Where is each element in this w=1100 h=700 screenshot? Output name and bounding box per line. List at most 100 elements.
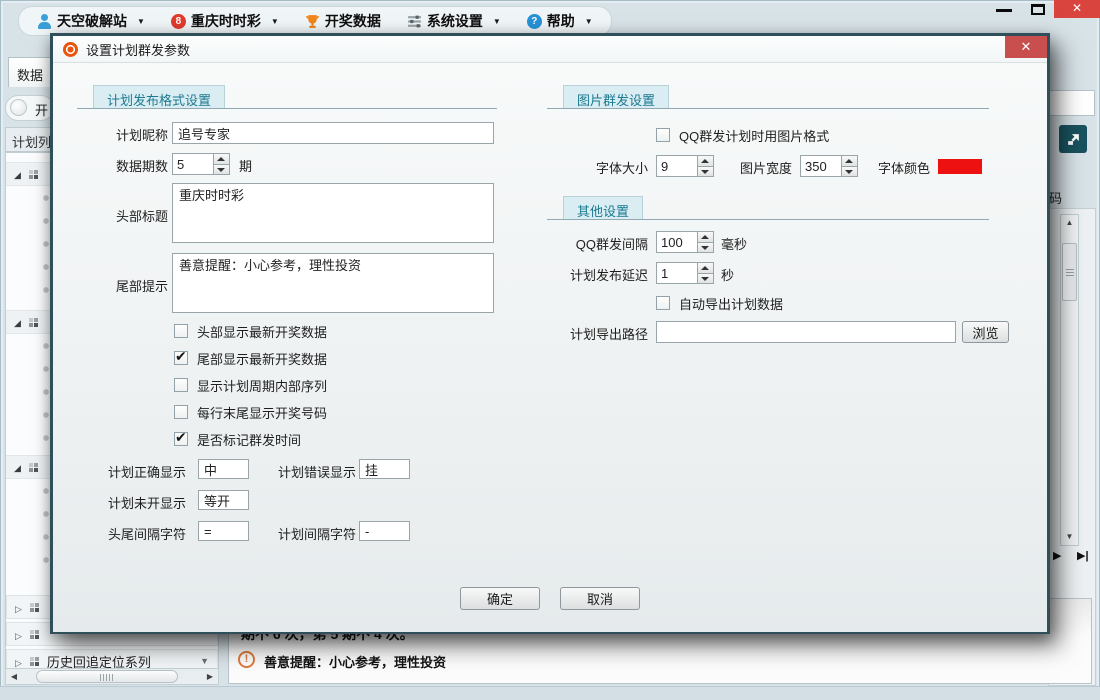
expanded-arrow-icon[interactable] bbox=[14, 313, 21, 331]
play-button[interactable]: ▶ bbox=[1053, 549, 1061, 562]
collapsed-arrow-icon[interactable] bbox=[15, 627, 22, 642]
chevron-down-icon[interactable]: ▼ bbox=[200, 656, 209, 666]
publish-delay-unit: 秒 bbox=[721, 265, 734, 284]
minimize-button[interactable] bbox=[996, 9, 1012, 12]
checkbox[interactable] bbox=[656, 128, 670, 142]
menu-item-settings[interactable]: 系统设置 ▼ bbox=[407, 11, 501, 31]
warning-icon: ! bbox=[238, 651, 255, 668]
scrollbar-thumb[interactable] bbox=[36, 670, 178, 683]
stepper-buttons bbox=[697, 263, 713, 283]
section-header-plan-format: 计划发布格式设置 bbox=[93, 85, 225, 109]
scroll-right-arrow[interactable]: ▶ bbox=[203, 670, 217, 683]
tree-partial-items bbox=[42, 342, 50, 458]
checkbox[interactable] bbox=[174, 324, 188, 338]
plan-separator-input[interactable] bbox=[359, 521, 410, 541]
background-tab-data[interactable]: 数据 bbox=[8, 57, 54, 87]
spin-up-button[interactable] bbox=[698, 263, 713, 273]
collapsed-arrow-icon[interactable] bbox=[15, 654, 22, 669]
headtail-separator-input[interactable] bbox=[198, 521, 249, 541]
checkbox-row-line-end-number[interactable]: 每行末尾显示开奖号码 bbox=[174, 404, 327, 420]
folder-icon bbox=[27, 169, 40, 180]
checkbox-row-mark-send-time[interactable]: 是否标记群发时间 bbox=[174, 431, 301, 447]
menu-item-draw-data[interactable]: 开奖数据 bbox=[305, 11, 381, 31]
dialog-title: 设置计划群发参数 bbox=[86, 40, 190, 59]
checkbox-label: 自动导出计划数据 bbox=[679, 294, 783, 313]
notice-text: 善意提醒：小心参考，理性投资 bbox=[264, 652, 446, 671]
head-title-label: 头部标题 bbox=[73, 206, 168, 225]
menu-item-lottery[interactable]: 8 重庆时时彩 ▼ bbox=[171, 11, 279, 31]
tail-tip-label: 尾部提示 bbox=[73, 276, 168, 295]
toggle-knob bbox=[10, 99, 27, 116]
folder-icon bbox=[28, 602, 41, 613]
horizontal-scrollbar[interactable]: ◀ ▶ bbox=[5, 668, 219, 685]
checkbox-row-tail-draw[interactable]: 尾部显示最新开奖数据 bbox=[174, 350, 327, 366]
periods-input[interactable] bbox=[173, 154, 213, 174]
scrollbar-grip bbox=[100, 674, 114, 681]
spin-up-button[interactable] bbox=[698, 232, 713, 242]
scrollbar-thumb[interactable] bbox=[1062, 243, 1077, 301]
checkbox-label: 是否标记群发时间 bbox=[197, 430, 301, 449]
toggle-label: 开 bbox=[35, 100, 48, 119]
export-path-label: 计划导出路径 bbox=[553, 324, 648, 343]
browse-button[interactable]: 浏览 bbox=[962, 321, 1009, 343]
head-title-textarea[interactable]: 重庆时时彩 bbox=[172, 183, 494, 243]
font-color-label: 字体颜色 bbox=[835, 158, 930, 177]
checkbox-row-qq-image-format[interactable]: QQ群发计划时用图片格式 bbox=[656, 127, 829, 143]
dialog-icon bbox=[63, 42, 78, 57]
checkbox-row-head-draw[interactable]: 头部显示最新开奖数据 bbox=[174, 323, 327, 339]
checkbox[interactable] bbox=[174, 432, 188, 446]
export-path-input[interactable] bbox=[656, 321, 956, 343]
checkbox-row-auto-export[interactable]: 自动导出计划数据 bbox=[656, 295, 783, 311]
vertical-scrollbar[interactable]: ▲ ▼ bbox=[1060, 214, 1079, 546]
tail-tip-textarea[interactable]: 善意提醒：小心参考，理性投资 bbox=[172, 253, 494, 313]
stepper-buttons bbox=[213, 154, 229, 174]
expanded-arrow-icon[interactable] bbox=[14, 165, 21, 183]
publish-delay-input[interactable] bbox=[657, 263, 697, 283]
nickname-input[interactable] bbox=[172, 122, 494, 144]
sliders-icon bbox=[407, 14, 422, 29]
scroll-up-arrow[interactable]: ▲ bbox=[1061, 216, 1078, 230]
close-dialog-button[interactable] bbox=[1005, 36, 1047, 58]
next-page-button[interactable]: ▶| bbox=[1077, 549, 1089, 562]
chevron-down-icon: ▼ bbox=[271, 17, 279, 26]
spin-down-button[interactable] bbox=[698, 273, 713, 284]
wrong-display-label: 计划错误显示 bbox=[278, 462, 356, 481]
spin-down-button[interactable] bbox=[214, 164, 229, 175]
spin-down-button[interactable] bbox=[698, 242, 713, 253]
font-color-swatch[interactable] bbox=[938, 159, 982, 174]
chevron-down-icon: ▼ bbox=[493, 17, 501, 26]
checkbox-row-cycle-sequence[interactable]: 显示计划周期内部序列 bbox=[174, 377, 327, 393]
qq-interval-stepper bbox=[656, 231, 714, 253]
spin-up-button[interactable] bbox=[214, 154, 229, 164]
section-header-image-send: 图片群发设置 bbox=[563, 85, 669, 109]
scroll-left-arrow[interactable]: ◀ bbox=[7, 670, 21, 683]
qq-interval-input[interactable] bbox=[657, 232, 697, 252]
pending-display-input[interactable] bbox=[198, 490, 249, 510]
maximize-button[interactable] bbox=[1031, 4, 1045, 15]
menu-item-label: 重庆时时彩 bbox=[191, 11, 261, 31]
help-icon: ? bbox=[527, 14, 542, 29]
collapsed-arrow-icon[interactable] bbox=[15, 600, 22, 615]
wrong-display-input[interactable] bbox=[359, 459, 410, 479]
background-input-fragment bbox=[1048, 90, 1095, 116]
scroll-down-arrow[interactable]: ▼ bbox=[1061, 530, 1078, 544]
badge-8-icon: 8 bbox=[171, 14, 186, 29]
checkbox[interactable] bbox=[174, 405, 188, 419]
checkbox[interactable] bbox=[656, 296, 670, 310]
background-toggle-open[interactable]: 开 bbox=[5, 95, 54, 121]
menu-item-account[interactable]: 天空破解站 ▼ bbox=[37, 11, 145, 31]
plan-separator-label: 计划间隔字符 bbox=[278, 524, 356, 543]
checkbox[interactable] bbox=[174, 351, 188, 365]
close-window-button[interactable] bbox=[1054, 0, 1100, 18]
ok-button[interactable]: 确定 bbox=[460, 587, 540, 610]
chevron-down-icon: ▼ bbox=[137, 17, 145, 26]
correct-display-input[interactable] bbox=[198, 459, 249, 479]
expand-button[interactable] bbox=[1059, 125, 1087, 153]
qq-interval-unit: 毫秒 bbox=[721, 234, 747, 253]
checkbox[interactable] bbox=[174, 378, 188, 392]
menu-item-label: 帮助 bbox=[547, 11, 575, 31]
cancel-button[interactable]: 取消 bbox=[560, 587, 640, 610]
expanded-arrow-icon[interactable] bbox=[14, 458, 21, 476]
font-size-input[interactable] bbox=[657, 156, 697, 176]
menu-item-help[interactable]: ? 帮助 ▼ bbox=[527, 11, 593, 31]
